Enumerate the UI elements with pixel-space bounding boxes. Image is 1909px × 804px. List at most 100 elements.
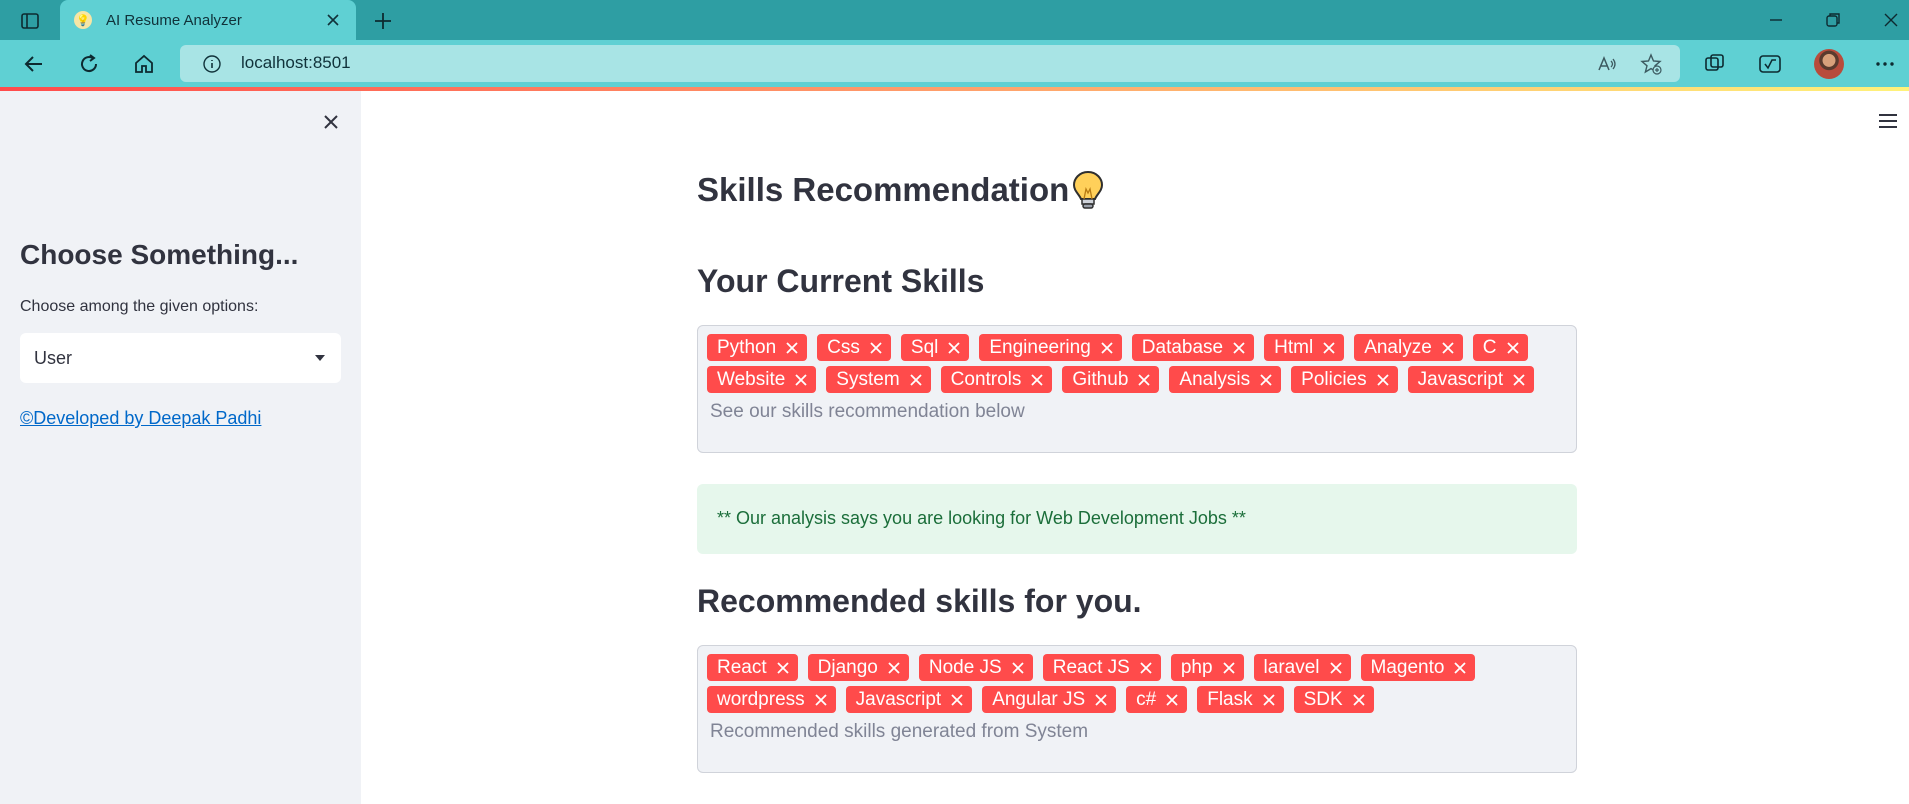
skills-input-placeholder[interactable]: Recommended skills generated from System [710,718,1088,745]
sidebar-close-icon[interactable] [320,111,342,133]
skill-tag-label: Analyze [1364,336,1432,358]
page-title: Skills Recommendation [697,171,1070,208]
skill-tag: Node JS [918,654,1033,681]
close-icon[interactable] [1512,373,1526,387]
skill-tag-label: Policies [1301,368,1367,390]
close-icon[interactable] [1376,373,1390,387]
close-icon[interactable] [1165,693,1179,707]
home-icon[interactable] [130,50,158,78]
close-icon[interactable] [1259,373,1273,387]
browser-toolbar: localhost:8501 [0,40,1909,87]
close-icon[interactable] [1232,341,1246,355]
skill-tag-label: Javascript [1417,368,1504,390]
window-close-icon[interactable] [1880,9,1902,31]
developer-link[interactable]: ©Developed by Deepak Padhi [20,408,261,429]
skill-tag-label: Controls [950,368,1022,390]
skill-tag-label: Css [827,336,860,358]
chevron-down-icon[interactable] [315,355,325,361]
skill-tag-label: laravel [1263,656,1320,678]
skill-tag: Policies [1291,366,1398,393]
skill-tag-label: Html [1274,336,1314,358]
close-icon[interactable] [794,373,808,387]
skill-tag: React JS [1042,654,1161,681]
close-icon[interactable] [1139,661,1153,675]
close-icon[interactable] [776,661,790,675]
address-bar[interactable]: localhost:8501 [180,45,1680,82]
skill-tag: wordpress [707,686,836,713]
skill-tag-label: php [1180,656,1213,678]
tab-close-icon[interactable] [324,11,342,29]
skill-tag: Html [1264,334,1345,361]
skills-input-placeholder[interactable]: See our skills recommendation below [710,398,1025,425]
close-icon[interactable] [950,693,964,707]
back-icon[interactable] [20,50,48,78]
close-icon[interactable] [785,341,799,355]
skill-tag: Analysis [1169,366,1282,393]
skill-tag-label: Flask [1207,688,1253,710]
current-skills-heading: Your Current Skills [697,263,985,299]
close-icon[interactable] [1506,341,1520,355]
close-icon[interactable] [1453,661,1467,675]
url-text[interactable]: localhost:8501 [241,53,351,73]
profile-avatar[interactable] [1814,49,1844,79]
more-options-icon[interactable] [1872,51,1898,77]
math-solver-icon[interactable] [1757,51,1783,77]
restore-icon[interactable] [1822,9,1844,31]
skill-tag: Javascript [1407,366,1535,393]
favorite-star-icon[interactable] [1640,53,1662,75]
tab-actions-icon[interactable] [14,8,46,34]
browser-tab[interactable]: 💡 AI Resume Analyzer [60,0,356,40]
close-icon[interactable] [1441,341,1455,355]
user-type-select[interactable]: User [20,333,341,383]
skill-tag: c# [1126,686,1188,713]
close-icon[interactable] [814,693,828,707]
close-icon[interactable] [1322,341,1336,355]
analysis-message: ** Our analysis says you are looking for… [697,484,1577,554]
skill-tag-label: C [1482,336,1497,358]
close-icon[interactable] [887,661,901,675]
close-icon[interactable] [1011,661,1025,675]
hamburger-icon[interactable] [1878,112,1898,130]
skill-tag: Javascript [845,686,973,713]
skill-tag: php [1170,654,1244,681]
skill-tag: Analyze [1354,334,1463,361]
close-icon[interactable] [1094,693,1108,707]
close-icon[interactable] [1222,661,1236,675]
skill-tag-label: Node JS [928,656,1002,678]
read-aloud-icon[interactable] [1596,53,1618,75]
skill-tag-label: Website [717,368,786,390]
refresh-icon[interactable] [75,50,103,78]
skill-tag: C [1472,334,1528,361]
minimize-icon[interactable] [1765,9,1787,31]
skill-tag-label: React JS [1052,656,1130,678]
skill-tag-label: Javascript [855,688,942,710]
analysis-message-text: ** Our analysis says you are looking for… [717,508,1246,528]
skill-tag: System [826,366,931,393]
split-screen-icon[interactable] [1702,51,1728,77]
skill-tag-label: SDK [1303,688,1343,710]
close-icon[interactable] [869,341,883,355]
skill-tag-label: Python [717,336,777,358]
current-skills-input[interactable]: Python Css Sql Engineering Database Html Analy… [697,325,1577,453]
close-icon[interactable] [947,341,961,355]
close-icon[interactable] [909,373,923,387]
skill-tag: Magento [1360,654,1476,681]
skill-tag: Website [707,366,817,393]
skill-tag: Database [1131,334,1255,361]
skill-tag: Angular JS [982,686,1117,713]
skill-tag-label: System [836,368,900,390]
close-icon[interactable] [1352,693,1366,707]
close-icon[interactable] [1030,373,1044,387]
new-tab-icon[interactable] [370,8,396,34]
recommended-skills-input[interactable]: React Django Node JS React JS php laravel Mage… [697,645,1577,773]
skill-tag: Controls [940,366,1053,393]
close-icon[interactable] [1329,661,1343,675]
skill-tag: React [707,654,798,681]
close-icon[interactable] [1262,693,1276,707]
close-icon[interactable] [1100,341,1114,355]
close-icon[interactable] [1137,373,1151,387]
skill-tag: Python [707,334,808,361]
sidebar: Choose Something... Choose among the giv… [0,91,361,804]
skill-tag-label: Magento [1370,656,1445,678]
site-info-icon[interactable] [202,54,222,74]
